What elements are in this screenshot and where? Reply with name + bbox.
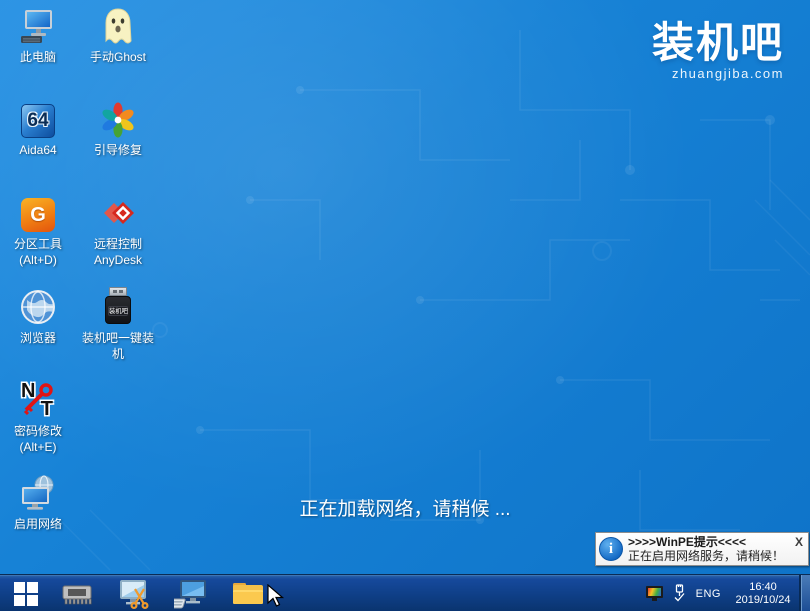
icon-label: 浏览器 bbox=[19, 331, 56, 345]
tray-date: 2019/10/24 bbox=[735, 593, 791, 606]
folder-icon bbox=[233, 582, 263, 604]
monitor-scissors-icon bbox=[120, 579, 149, 609]
tray-display-icon[interactable] bbox=[645, 586, 663, 601]
notification-title: >>>>WinPE提示<<<< bbox=[628, 535, 746, 549]
icon-label: 远程控制 bbox=[93, 237, 142, 251]
desktop-icon-partition-tool[interactable]: G 分区工具 (Alt+D) bbox=[0, 192, 76, 268]
winpe-desktop: 此电脑 手动Ghost 64 Aida64 引导修复 G 分区工具 (Alt+D… bbox=[0, 0, 810, 611]
desktop-icon-zhuangjiba-install[interactable]: 装机吧 装机吧一键装机 bbox=[80, 286, 156, 362]
winpe-notification: i >>>>WinPE提示<<<< X 正在启用网络服务，请稍候！ bbox=[595, 532, 809, 566]
globe-icon bbox=[0, 286, 76, 326]
anydesk-icon bbox=[80, 192, 156, 232]
zhuangjiba-logo: 装机吧 zhuangjiba.com bbox=[651, 19, 784, 82]
aida64-icon: 64 bbox=[0, 98, 76, 138]
nt-key-icon: N T bbox=[21, 380, 53, 420]
windows-logo-icon bbox=[14, 581, 38, 606]
notification-message: 正在启用网络服务，请稍候！ bbox=[628, 549, 785, 563]
this-pc-icon bbox=[0, 5, 76, 45]
icon-label: 此电脑 bbox=[19, 50, 56, 64]
info-icon: i bbox=[599, 537, 623, 561]
icon-label-line2: AnyDesk bbox=[93, 253, 143, 267]
ghost-icon bbox=[80, 5, 156, 45]
pinwheel-icon bbox=[80, 98, 156, 138]
taskbar-ram-tool-button[interactable] bbox=[60, 578, 94, 610]
desktop-icon-this-pc[interactable]: 此电脑 bbox=[0, 5, 76, 65]
desktop-icon-boot-repair[interactable]: 引导修复 bbox=[80, 98, 156, 158]
desktop-icon-manual-ghost[interactable]: 手动Ghost bbox=[80, 5, 156, 65]
chip-icon bbox=[62, 585, 92, 604]
desktop-icon-browser[interactable]: 浏览器 bbox=[0, 286, 76, 346]
tray-usb-eject-icon[interactable] bbox=[672, 584, 687, 603]
desktop-icon-password-reset[interactable]: N T 密码修改 (Alt+E) bbox=[0, 379, 76, 455]
tray-clock[interactable]: 16:40 2019/10/24 bbox=[730, 581, 796, 607]
icon-label: 引导修复 bbox=[93, 143, 142, 157]
desktop-icon-anydesk[interactable]: 远程控制 AnyDesk bbox=[80, 192, 156, 268]
taskbar-file-explorer-button[interactable] bbox=[231, 578, 265, 610]
monitor-keyboard-icon bbox=[174, 579, 206, 608]
diskgenius-icon: G bbox=[0, 192, 76, 232]
tray-time: 16:40 bbox=[749, 580, 777, 593]
icon-label: 装机吧一键装机 bbox=[81, 331, 154, 361]
icon-label-line2: (Alt+E) bbox=[19, 440, 57, 454]
icon-label: Aida64 bbox=[19, 143, 57, 157]
usb-stick-icon: 装机吧 bbox=[80, 286, 156, 326]
tray-language-indicator[interactable]: ENG bbox=[696, 588, 721, 600]
icon-label: 手动Ghost bbox=[89, 50, 147, 64]
logo-subtitle: zhuangjiba.com bbox=[671, 66, 784, 81]
logo-title: 装机吧 bbox=[651, 19, 784, 66]
notification-close-button[interactable]: X bbox=[794, 535, 804, 549]
loading-message: 正在加载网络，请稍候 ... bbox=[299, 499, 511, 520]
taskbar: ENG 16:40 2019/10/24 bbox=[0, 574, 810, 611]
icon-label: 密码修改 bbox=[13, 424, 62, 438]
show-desktop-button[interactable] bbox=[799, 575, 810, 611]
icon-label: 分区工具 bbox=[13, 237, 62, 251]
taskbar-input-tool-button[interactable] bbox=[174, 578, 208, 610]
taskbar-screenshot-tool-button[interactable] bbox=[117, 578, 151, 610]
icon-label-line2: (Alt+D) bbox=[19, 253, 57, 267]
start-button[interactable] bbox=[9, 581, 43, 606]
desktop-icon-aida64[interactable]: 64 Aida64 bbox=[0, 98, 76, 158]
